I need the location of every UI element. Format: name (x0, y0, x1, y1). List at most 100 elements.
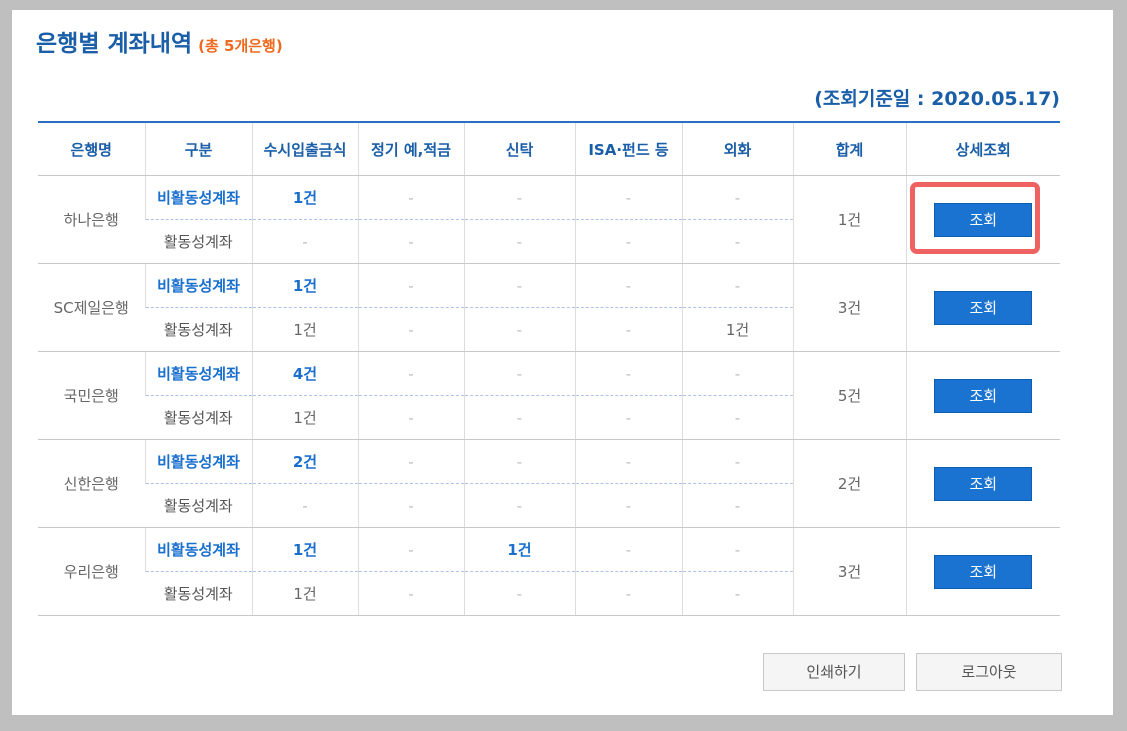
inactive-count-cell: - (681, 175, 793, 220)
table-row: 우리은행 비활동성계좌 1건 -1건 - -3건 조회 (38, 527, 1060, 616)
inactive-count-cell: - (463, 351, 575, 396)
col-trust: 신탁 (463, 121, 575, 176)
view-detail-button[interactable]: 조회 (934, 290, 1033, 325)
logout-button[interactable]: 로그아웃 (916, 653, 1062, 691)
inactive-count-cell: - (357, 351, 464, 396)
active-count-cell: - (357, 219, 464, 264)
inactive-count-cell: - (681, 439, 793, 484)
view-detail-button[interactable]: 조회 (934, 378, 1033, 413)
inactive-account-label: 비활동성계좌 (144, 263, 252, 308)
inactive-count-cell: - (463, 439, 575, 484)
bank-total: 5건 (792, 351, 906, 440)
active-count-cell: - (463, 483, 575, 528)
reference-date: (조회기준일 : 2020.05.17) (814, 88, 1060, 110)
table-row: 신한은행 비활동성계좌 2건 - - - -2건 조회 (38, 439, 1060, 528)
inactive-count-cell: - (357, 439, 464, 484)
bank-name: SC제일은행 (38, 263, 145, 352)
inactive-count-cell: - (681, 351, 793, 396)
active-account-label: 활동성계좌 (145, 483, 252, 528)
inactive-count-cell: - (574, 175, 682, 220)
active-count-cell: - (463, 395, 575, 440)
detail-cell: 조회 (905, 439, 1060, 528)
detail-cell: 조회 (905, 263, 1060, 352)
active-count-cell: - (357, 307, 464, 352)
bank-total: 2건 (792, 439, 906, 528)
col-foreign-currency: 외화 (681, 121, 793, 176)
inactive-count-cell: 1건 (251, 527, 358, 572)
bank-total: 1건 (792, 175, 906, 264)
inactive-count-cell: - (357, 527, 464, 572)
inactive-count-cell: - (357, 263, 464, 308)
inactive-count-cell: - (574, 263, 682, 308)
table-row: 하나은행 비활동성계좌 1건 - - - -1건 조회 (38, 175, 1060, 264)
col-time-deposit: 정기 예,적금 (357, 121, 464, 176)
bank-name: 하나은행 (38, 175, 145, 264)
active-count-cell: - (463, 307, 575, 352)
active-count-cell: - (357, 483, 464, 528)
inactive-count-cell: - (463, 175, 575, 220)
account-panel: 은행별 계좌내역 (총 5개은행) (조회기준일 : 2020.05.17) 은행… (12, 10, 1113, 715)
active-count-cell: - (463, 219, 575, 264)
active-account-label: 활동성계좌 (145, 395, 252, 440)
col-bank-name: 은행명 (38, 121, 145, 176)
page-title: 은행별 계좌내역 (36, 31, 193, 57)
view-detail-button[interactable]: 조회 (934, 466, 1033, 501)
active-count-cell: - (681, 219, 793, 264)
bank-name: 우리은행 (38, 527, 145, 616)
inactive-count-cell: - (574, 527, 682, 572)
bank-total: 3건 (792, 263, 906, 352)
inactive-count-cell: - (463, 263, 575, 308)
inactive-count-cell: 1건 (251, 263, 358, 308)
inactive-count-cell: - (574, 351, 682, 396)
active-count-cell: - (251, 483, 358, 528)
active-count-cell: - (574, 219, 682, 264)
table-header-row: 은행명 구분 수시입출금식 정기 예,적금 신탁 ISA·펀드 등 외화 합계 … (38, 121, 1060, 176)
active-count-cell: - (357, 571, 464, 616)
inactive-count-cell: - (357, 175, 464, 220)
view-detail-button[interactable]: 조회 (934, 554, 1033, 589)
active-count-cell: 1건 (251, 395, 358, 440)
active-count-cell: - (357, 395, 464, 440)
detail-cell: 조회 (905, 527, 1060, 616)
active-count-cell: - (574, 307, 682, 352)
col-detail: 상세조회 (905, 121, 1060, 176)
active-account-label: 활동성계좌 (145, 571, 252, 616)
bank-account-table: 은행명 구분 수시입출금식 정기 예,적금 신탁 ISA·펀드 등 외화 합계 … (38, 121, 1060, 616)
col-category: 구분 (144, 121, 252, 176)
inactive-count-cell: 1건 (251, 175, 358, 220)
table-row: 국민은행 비활동성계좌 4건 - - - -5건 조회 (38, 351, 1060, 440)
col-demand-deposit: 수시입출금식 (251, 121, 358, 176)
print-button[interactable]: 인쇄하기 (763, 653, 905, 691)
inactive-count-cell: 2건 (251, 439, 358, 484)
inactive-account-label: 비활동성계좌 (144, 351, 252, 396)
view-detail-button[interactable]: 조회 (934, 202, 1033, 237)
bank-count: (총 5개은행) (198, 37, 283, 55)
bank-name: 신한은행 (38, 439, 145, 528)
bank-total: 3건 (792, 527, 906, 616)
active-count-cell: - (681, 571, 793, 616)
active-count-cell: - (574, 395, 682, 440)
col-total: 합계 (792, 121, 906, 176)
active-count-cell: 1건 (681, 307, 793, 352)
inactive-count-cell: 1건 (463, 527, 575, 572)
table-row: SC제일은행 비활동성계좌 1건 - - - -3건 조회 (38, 263, 1060, 352)
active-account-label: 활동성계좌 (145, 307, 252, 352)
active-count-cell: - (574, 571, 682, 616)
active-account-label: 활동성계좌 (145, 219, 252, 264)
active-count-cell: - (574, 483, 682, 528)
inactive-count-cell: - (681, 263, 793, 308)
inactive-account-label: 비활동성계좌 (144, 175, 252, 220)
detail-cell: 조회 (905, 175, 1060, 264)
bank-name: 국민은행 (38, 351, 145, 440)
inactive-count-cell: 4건 (251, 351, 358, 396)
active-count-cell: - (681, 395, 793, 440)
detail-cell: 조회 (905, 351, 1060, 440)
inactive-account-label: 비활동성계좌 (144, 527, 252, 572)
active-count-cell: 1건 (251, 307, 358, 352)
inactive-count-cell: - (574, 439, 682, 484)
active-count-cell: - (251, 219, 358, 264)
active-count-cell: 1건 (251, 571, 358, 616)
inactive-count-cell: - (681, 527, 793, 572)
active-count-cell: - (681, 483, 793, 528)
active-count-cell: - (463, 571, 575, 616)
